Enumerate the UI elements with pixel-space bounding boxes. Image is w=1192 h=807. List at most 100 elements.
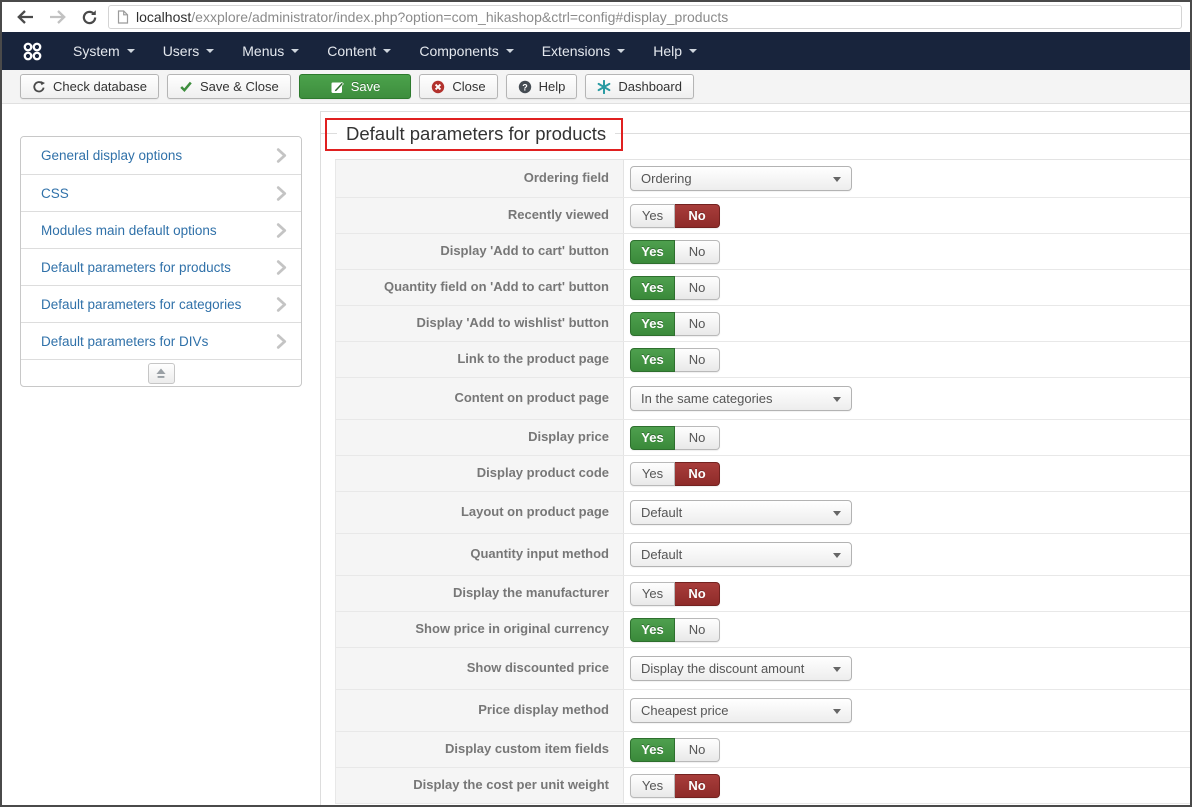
display-custom-item-fields-toggle: Yes No [630, 737, 720, 762]
toggle-no-button[interactable]: No [675, 461, 720, 486]
sidebar-item-label: General display options [41, 148, 183, 163]
setting-label: Link to the product page [336, 342, 624, 377]
check-database-button[interactable]: Check database [20, 74, 159, 99]
toggle-yes-button[interactable]: Yes [630, 773, 675, 798]
url-host: localhost [136, 9, 192, 25]
save-close-button[interactable]: Save & Close [166, 74, 291, 99]
setting-label: Recently viewed [336, 198, 624, 233]
toggle-yes-button[interactable]: Yes [630, 239, 675, 264]
page-title: Default parameters for products [337, 120, 616, 147]
scroll-top-icon [154, 367, 168, 380]
reload-icon[interactable] [76, 5, 102, 29]
toggle-no-button[interactable]: No [675, 773, 720, 798]
save-button[interactable]: Save [298, 74, 412, 99]
dashboard-button[interactable]: Dashboard [585, 74, 694, 99]
menubar-items: System Users Menus Content Components Extensi… [59, 32, 711, 70]
toggle-no-button[interactable]: No [675, 737, 720, 762]
toggle-yes-button[interactable]: Yes [630, 737, 675, 762]
url-path: /exxplore/administrator/index.php?option… [191, 9, 729, 25]
setting-row: Display price Yes No [336, 420, 1190, 456]
select-value: Cheapest price [641, 703, 729, 718]
toggle-no-button[interactable]: No [675, 203, 720, 228]
menubar-item-content[interactable]: Content [313, 32, 405, 70]
toggle-yes-button[interactable]: Yes [630, 347, 675, 372]
quantity-input-method-select[interactable]: Default [630, 542, 852, 567]
setting-row: Link to the product page Yes No [336, 342, 1190, 378]
setting-row: Display the cost per unit weight Yes No [336, 768, 1190, 804]
toggle-yes-button[interactable]: Yes [630, 203, 675, 228]
sidebar-footer [21, 359, 301, 386]
close-icon [431, 80, 445, 94]
sidebar-item-default-parameters-for-categories[interactable]: Default parameters for categories [21, 285, 301, 322]
chevron-right-icon [276, 259, 287, 275]
database-refresh-icon [32, 80, 46, 94]
toggle-no-button[interactable]: No [675, 617, 720, 642]
toggle-yes-button[interactable]: Yes [630, 311, 675, 336]
display-price-toggle: Yes No [630, 425, 720, 450]
setting-row: Display the manufacturer Yes No [336, 576, 1190, 612]
sidebar-item-label: CSS [41, 185, 69, 201]
main-panel: Default parameters for products Ordering… [320, 111, 1190, 805]
show-discounted-price-select[interactable]: Display the discount amount [630, 656, 852, 681]
menubar-item-components[interactable]: Components [405, 32, 527, 70]
toggle-no-button[interactable]: No [675, 581, 720, 606]
menubar-item-help[interactable]: Help [639, 32, 711, 70]
sidebar-item-css[interactable]: CSS [21, 174, 301, 211]
chevron-down-icon [833, 397, 841, 402]
joomla-logo-icon [22, 41, 43, 62]
toggle-no-button[interactable]: No [675, 425, 720, 450]
menubar-item-label: Users [162, 43, 200, 59]
setting-control-cell: Default [624, 492, 1190, 533]
menubar-item-label: Content [327, 43, 377, 59]
setting-control-cell: In the same categories [624, 378, 1190, 419]
help-icon: ? [518, 80, 532, 94]
toggle-yes-button[interactable]: Yes [630, 617, 675, 642]
setting-row: Display 'Add to wishlist' button Yes No [336, 306, 1190, 342]
toolbar: Check database Save & Close Save Close ? Help… [2, 70, 1190, 104]
setting-control-cell: Display the discount amount [624, 648, 1190, 689]
menubar-item-system[interactable]: System [59, 32, 149, 70]
setting-row: Recently viewed Yes No [336, 198, 1190, 234]
scroll-top-button[interactable] [147, 362, 175, 384]
chevron-down-icon [206, 49, 215, 53]
display-add-to-cart-button-toggle: Yes No [630, 239, 720, 264]
chevron-right-icon [276, 296, 287, 312]
toggle-yes-button[interactable]: Yes [630, 581, 675, 606]
toggle-no-button[interactable]: No [675, 311, 720, 336]
sidebar-item-modules-main-default-options[interactable]: Modules main default options [21, 211, 301, 248]
setting-label: Display custom item fields [336, 732, 624, 767]
toggle-no-button[interactable]: No [675, 347, 720, 372]
toggle-no-button[interactable]: No [675, 275, 720, 300]
setting-control-cell: Yes No [624, 420, 1190, 455]
toolbar-button-label: Save [350, 79, 381, 94]
toggle-yes-button[interactable]: Yes [630, 275, 675, 300]
back-icon[interactable] [12, 5, 38, 29]
close-button[interactable]: Close [419, 74, 498, 99]
menubar-item-extensions[interactable]: Extensions [528, 32, 639, 70]
toggle-no-button[interactable]: No [675, 239, 720, 264]
help-button[interactable]: ? Help [505, 74, 578, 99]
menubar-item-label: Extensions [541, 43, 611, 59]
setting-row: Quantity field on 'Add to cart' button Ye… [336, 270, 1190, 306]
page-icon [117, 10, 129, 24]
setting-control-cell: Cheapest price [624, 690, 1190, 731]
toggle-yes-button[interactable]: Yes [630, 461, 675, 486]
menubar-item-label: Help [653, 43, 682, 59]
setting-control-cell: Yes No [624, 576, 1190, 611]
select-value: Ordering [641, 171, 692, 186]
menubar-item-label: Menus [242, 43, 285, 59]
url-bar[interactable]: localhost/exxplore/administrator/index.p… [108, 5, 1182, 29]
toggle-yes-button[interactable]: Yes [630, 425, 675, 450]
sidebar-item-default-parameters-for-divs[interactable]: Default parameters for DIVs [21, 322, 301, 359]
menubar-item-menus[interactable]: Menus [228, 32, 313, 70]
menubar-item-users[interactable]: Users [149, 32, 229, 70]
sidebar-item-default-parameters-for-products[interactable]: Default parameters for products [21, 248, 301, 285]
ordering-field-select[interactable]: Ordering [630, 166, 852, 191]
sidebar-item-general-display-options[interactable]: General display options [21, 137, 301, 174]
forward-arrow-icon[interactable] [44, 5, 70, 29]
content-on-product-page-select[interactable]: In the same categories [630, 386, 852, 411]
price-display-method-select[interactable]: Cheapest price [630, 698, 852, 723]
setting-label: Show price in original currency [336, 612, 624, 647]
quantity-field-on-add-to-cart-button-toggle: Yes No [630, 275, 720, 300]
layout-on-product-page-select[interactable]: Default [630, 500, 852, 525]
